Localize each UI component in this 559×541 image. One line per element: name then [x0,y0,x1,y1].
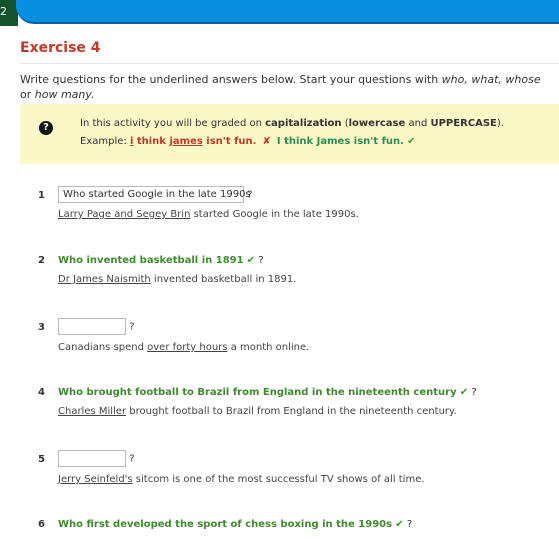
submitted-answer: Who invented basketball in 1891 [58,255,244,266]
sentence-rest: sitcom is one of the most successful TV … [132,474,425,485]
underlined-answer: Larry Page and Segey Brin [58,209,191,220]
check-icon: ✔ [459,387,469,398]
bad-example: i think james isn't fun. [130,136,257,147]
question-line: ? [58,450,135,467]
question-line: Who first developed the sport of chess b… [58,519,412,530]
question-mark: ? [258,255,264,266]
item-number: 4 [38,387,45,398]
question-mark: ? [471,387,477,398]
sentence-prefix: Canadians spend [58,342,148,353]
notice-example-line: Example: i think james isn't fun. ✘ I thin… [80,136,416,147]
bad-example-end: isn't fun. [202,136,257,147]
example-label: Example: [80,136,130,147]
item-number: 5 [38,454,45,465]
answer-input[interactable] [58,318,126,335]
check-icon: ✔ [395,519,404,530]
notice-text: In this activity you will be graded on [80,118,266,129]
notice-and: and [405,118,431,129]
underlined-answer: Charles Miller [58,406,127,417]
notice-uppercase: UPPERCASE [430,118,497,129]
sentence-rest: started Google in the late 1990s. [190,209,359,220]
notice-capitalization: capitalization [265,118,342,129]
answer-sentence: Jerry Seinfeld's sitcom is one of the mo… [58,474,425,485]
item-number: 3 [38,322,45,333]
answer-sentence: Dr James Naismith invented basketball in… [58,274,296,285]
question-mark: ? [247,189,253,201]
notice-paren-open: ( [341,118,349,129]
question-mark-icon: ? [39,121,53,135]
answer-input[interactable] [58,450,126,467]
underlined-answer: Jerry Seinfeld's [58,474,133,485]
submitted-answer: Who brought football to Brazil from Engl… [58,387,457,398]
underlined-answer: Dr James Naismith [58,274,151,285]
check-icon: ✔ [407,136,416,147]
bad-example-mid: think [133,136,170,147]
bad-example-james: james [169,136,203,147]
notice-lowercase: lowercase [348,118,406,129]
sentence-rest: a month online. [227,342,310,353]
check-icon: ✔ [246,255,256,266]
exercise-instructions: Write questions for the underlined answe… [20,72,550,102]
cross-icon: ✘ [262,136,271,147]
item-number: 2 [38,255,45,266]
answer-input[interactable]: Who started Google in the late 1990s [58,186,251,203]
underlined-answer: over forty hours [147,342,228,353]
keyword-or: or [20,88,35,101]
sentence-rest: invented basketball in 1891. [150,274,297,285]
keyword-whose: whose [505,73,541,86]
question-line: ? [58,318,135,335]
exercise-title: Exercise 4 [20,40,101,56]
submitted-answer: Who first developed the sport of chess b… [58,519,393,530]
sentence-rest: brought football to Brazil from England … [126,406,457,417]
answer-sentence: Larry Page and Segey Brin started Google… [58,209,359,220]
notice-paren-close: ). [496,118,504,129]
question-mark: ? [129,453,135,465]
answer-sentence: Charles Miller brought football to Brazi… [58,406,457,417]
grading-notice: ? In this activity you will be graded on… [20,104,559,164]
header-banner [16,0,559,24]
title-divider [20,63,559,64]
good-example: I think James isn't fun. [276,136,404,147]
answer-sentence: Canadians spend over forty hours a month… [58,342,309,353]
question-line: Who started Google in the late 1990s ? [58,186,253,203]
notice-capitalization-line: In this activity you will be graded on c… [80,118,504,129]
top-bar: 2 [0,0,559,26]
question-mark: ? [129,321,135,333]
item-number: 1 [38,190,45,201]
instructions-text: Write questions for the underlined answe… [20,73,442,86]
keyword-how-many: how many. [34,88,95,101]
question-line: Who invented basketball in 1891 ✔ ? [58,255,264,266]
keyword-what: what, [471,73,502,86]
question-mark: ? [406,519,413,530]
item-number: 6 [38,519,45,530]
page-indicator-label: 2 [0,5,7,18]
question-line: Who brought football to Brazil from Engl… [58,387,477,398]
keyword-who: who, [441,73,468,86]
